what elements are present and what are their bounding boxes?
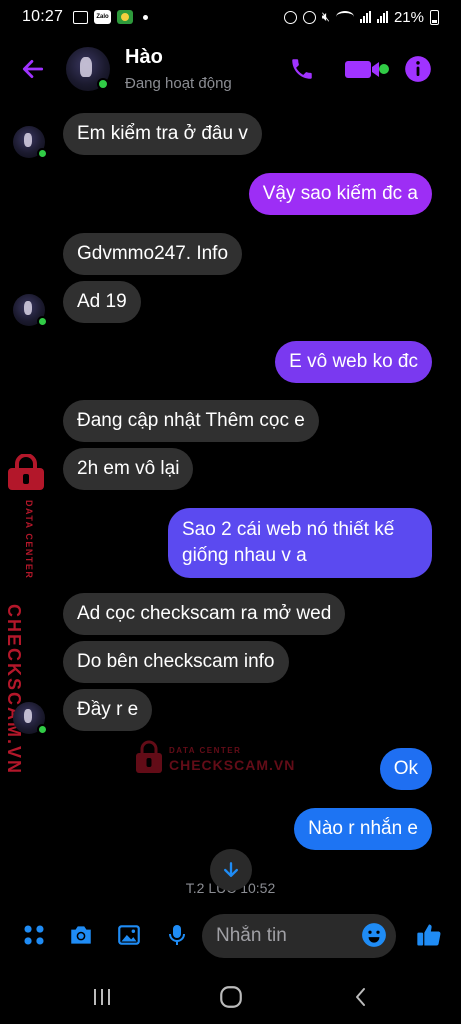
watermark-side-top: DATA CENTER [24, 500, 34, 580]
system-navigation-bar [0, 970, 461, 1024]
phone-icon [292, 59, 312, 79]
watermark-center-top: DATA CENTER [169, 746, 242, 755]
message-composer [0, 912, 461, 960]
voice-message-button[interactable] [162, 920, 192, 950]
arrow-down-icon [224, 862, 238, 877]
watermark-checkscam-side: CHECKSCAM.VN DATA CENTER [4, 454, 50, 775]
mic-icon [169, 925, 185, 945]
emoji-icon [362, 923, 386, 947]
message-text-line: giống nhau v a [182, 545, 307, 566]
message-bubble-outgoing[interactable]: Sao 2 cái web nó thiết kế giống nhau v a [168, 508, 432, 578]
online-indicator [37, 316, 48, 327]
message-bubble-incoming[interactable]: Đang cập nhật Thêm cọc e [63, 400, 319, 442]
online-indicator [97, 78, 109, 90]
padlock-icon [8, 454, 44, 490]
online-indicator [37, 148, 48, 159]
message-bubble-incoming[interactable]: Đầy r e [63, 689, 153, 731]
app-notification-icon [117, 10, 134, 24]
like-button[interactable] [414, 920, 444, 950]
message-bubble-outgoing[interactable]: E vô web ko đc [275, 341, 432, 383]
arrow-left-icon [22, 60, 44, 78]
status-time: 10:27 [22, 8, 64, 25]
zalo-notification-icon: Zalo [94, 10, 112, 24]
back-nav-button[interactable] [346, 982, 376, 1012]
message-text-line: Sao 2 cái web nó thiết kế [182, 519, 395, 540]
chat-header: Hào Đang hoạt động [0, 40, 461, 98]
image-icon [118, 925, 140, 945]
recents-icon [94, 989, 110, 1005]
message-bubble-incoming[interactable]: Do bên checkscam info [63, 641, 289, 683]
conversation-info-button[interactable] [403, 54, 433, 84]
signal-icon [359, 11, 371, 23]
like-icon [417, 924, 441, 946]
contact-status: Đang hoạt động [125, 75, 232, 92]
battery-text: 21% [393, 8, 424, 26]
battery-icon [430, 9, 439, 25]
padlock-watermark-icon [136, 740, 162, 773]
home-button[interactable] [216, 982, 246, 1012]
online-indicator [37, 724, 48, 735]
emoji-button[interactable] [359, 920, 389, 950]
more-notifications-icon [143, 14, 149, 20]
data-saver-icon [283, 10, 297, 24]
camera-icon [71, 926, 91, 944]
gallery-button[interactable] [114, 920, 144, 950]
message-bubble-incoming[interactable]: Em kiểm tra ở đâu v [63, 113, 262, 155]
back-icon [356, 988, 365, 1006]
home-icon [220, 986, 242, 1008]
watermark-side-main: CHECKSCAM.VN [4, 604, 24, 776]
watermark-center-main: CHECKSCAM.VN [169, 757, 296, 773]
message-bubble-outgoing[interactable]: Vậy sao kiếm đc a [248, 173, 432, 215]
alarm-icon [302, 10, 316, 24]
message-list[interactable]: CHECKSCAM.VN DATA CENTER DATA CENTER CHE… [0, 100, 461, 910]
recents-button[interactable] [87, 982, 117, 1012]
message-bubble-outgoing[interactable]: Nào r nhắn e [294, 808, 432, 850]
watermark-checkscam-center: DATA CENTER CHECKSCAM.VN [135, 740, 295, 780]
message-bubble-incoming[interactable]: Ad cọc checkscam ra mở wed [63, 593, 346, 635]
message-bubble-outgoing[interactable]: Ok [379, 748, 432, 790]
message-bubble-incoming[interactable]: 2h em vô lại [63, 448, 194, 490]
video-call-button[interactable] [344, 54, 390, 84]
apps-icon [24, 925, 44, 945]
notification-icons: Zalo [73, 10, 149, 24]
message-bubble-incoming[interactable]: Ad 19 [63, 281, 141, 323]
scroll-to-bottom-button[interactable] [210, 849, 252, 891]
apps-button[interactable] [19, 920, 49, 950]
back-button[interactable] [18, 54, 48, 84]
signal-2-icon [376, 11, 388, 23]
info-icon [405, 56, 431, 82]
video-camera-icon [345, 61, 389, 78]
status-bar: 10:27 Zalo 🔇︎ 21% [0, 0, 461, 34]
voice-call-button[interactable] [287, 54, 317, 84]
gallery-notification-icon [73, 10, 89, 24]
mute-icon: 🔇︎ [321, 9, 330, 24]
wifi-icon [335, 11, 354, 23]
contact-name[interactable]: Hào [125, 46, 163, 69]
system-icons: 🔇︎ 21% [283, 8, 439, 26]
camera-button[interactable] [66, 920, 96, 950]
message-bubble-incoming[interactable]: Gdvmmo247. Info [63, 233, 243, 275]
